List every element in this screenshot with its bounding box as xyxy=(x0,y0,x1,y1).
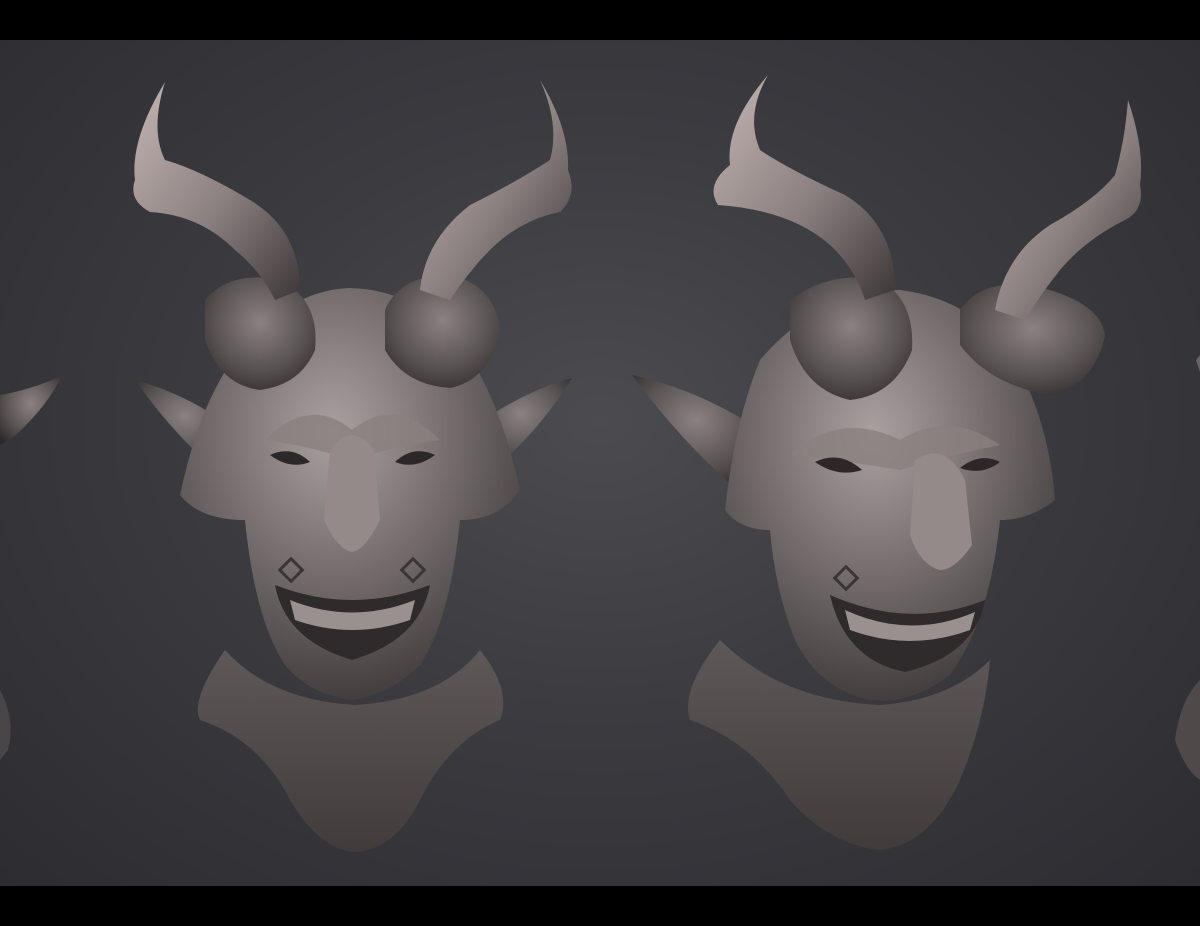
letterbox-bottom xyxy=(0,886,1200,926)
render-viewport xyxy=(0,40,1200,886)
partial-sculpt-right xyxy=(1175,355,1200,780)
letterbox-top xyxy=(0,0,1200,40)
render-frame xyxy=(0,0,1200,926)
demon-head-front xyxy=(133,80,572,852)
sculpt-render xyxy=(0,75,1200,852)
partial-sculpt-left xyxy=(0,376,62,760)
demon-head-three-quarter xyxy=(632,75,1142,850)
